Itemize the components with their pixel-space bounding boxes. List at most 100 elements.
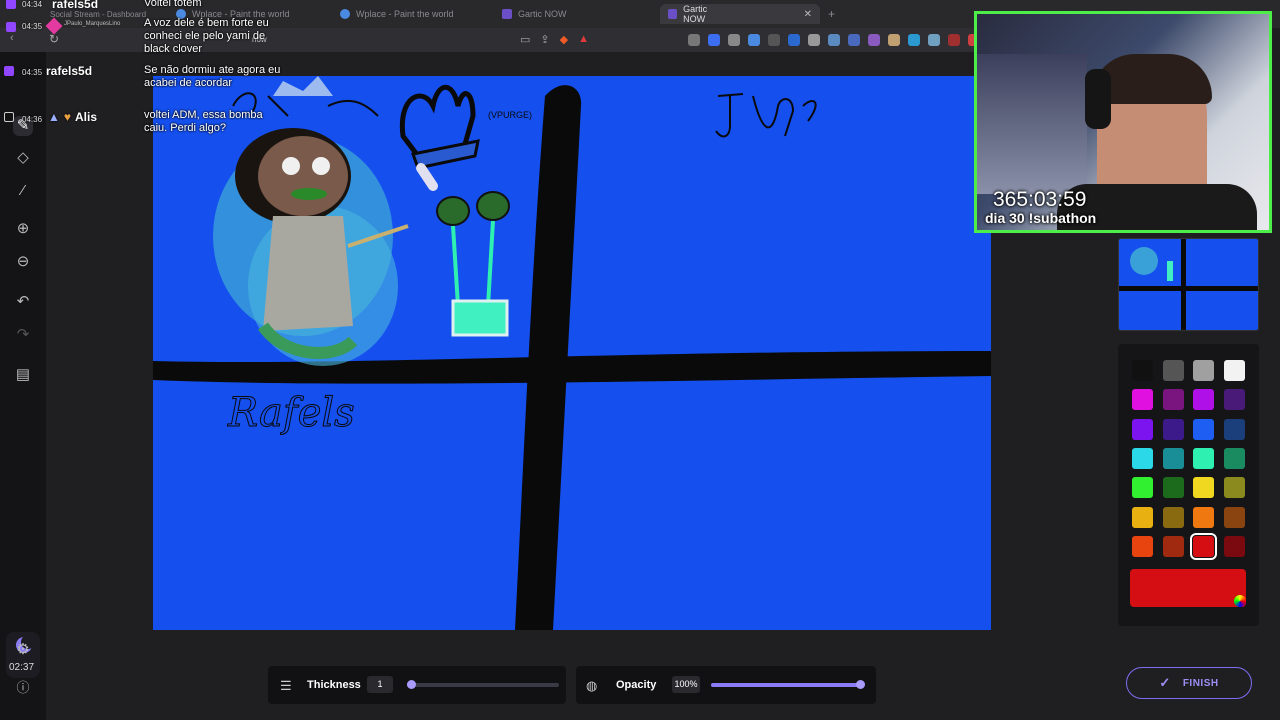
chat-message: voltei ADM, essa bomba caiu. Perdi algo? (144, 109, 263, 134)
twitch-icon (4, 66, 14, 76)
extension-icon[interactable] (888, 34, 900, 46)
tab-gartic-1[interactable]: Wplace - Paint the world (340, 4, 454, 24)
finish-button[interactable]: ✓ FINISH (1126, 667, 1252, 699)
color-swatch[interactable] (1223, 477, 1245, 499)
color-swatch[interactable] (1162, 477, 1184, 499)
figure-dress (263, 216, 353, 331)
figure-eye (282, 157, 300, 175)
brave-shield-icon[interactable]: ◆ (560, 33, 568, 46)
mushroom-cap (436, 196, 470, 226)
tab-label: Gartic NOW (683, 4, 708, 24)
color-swatch[interactable] (1193, 360, 1214, 381)
color-swatch[interactable] (1162, 360, 1184, 381)
opacity-slider[interactable] (711, 680, 865, 689)
scribble-stroke (715, 93, 817, 138)
close-icon[interactable]: ✕ (804, 9, 812, 20)
eyedropper-tool-icon[interactable]: ⁄ (13, 181, 33, 201)
color-wheel-icon[interactable] (1234, 595, 1246, 607)
color-swatch[interactable] (1162, 447, 1184, 469)
zoom-in-icon[interactable]: ⊕ (13, 219, 33, 239)
glowing-cup (451, 299, 509, 337)
new-tab-button[interactable]: + (828, 4, 835, 24)
canvas-thumbnail[interactable] (1118, 238, 1259, 331)
tool-sidebar: ✎ ◇ ⁄ ⊕ ⊖ ↶ ↷ ▤ 02:37 ⚙ ⓘ (0, 52, 46, 720)
settings-gear-icon[interactable]: ⚙ (13, 640, 33, 660)
handwritten-signature: Rafels (227, 390, 355, 436)
color-swatch[interactable] (1162, 506, 1184, 528)
color-swatch[interactable] (1132, 418, 1153, 440)
subathon-timer: 365:03:59 (993, 188, 1087, 211)
timer-value: 02:37 (9, 662, 35, 673)
heart-icon: ♥ (63, 110, 72, 124)
color-swatch[interactable] (1223, 535, 1245, 557)
extensions-bar (688, 34, 1000, 46)
undo-icon[interactable]: ↶ (13, 292, 33, 312)
subathon-label: dia 30 !subathon (985, 210, 1097, 226)
color-swatch[interactable] (1162, 389, 1184, 411)
finish-label: FINISH (1182, 677, 1219, 689)
tab-gartic-now[interactable]: Gartic NOW (502, 4, 567, 24)
color-swatch[interactable] (1193, 477, 1214, 499)
extension-icon[interactable] (768, 34, 780, 46)
info-icon[interactable]: ⓘ (13, 678, 33, 698)
extension-icon[interactable] (928, 34, 940, 46)
opacity-value-input[interactable]: 100% (672, 676, 700, 693)
figure-mouth (291, 188, 327, 200)
extension-icon[interactable] (788, 34, 800, 46)
color-swatch[interactable] (1193, 506, 1214, 528)
webcam-background (977, 54, 1087, 194)
extension-icon[interactable] (848, 34, 860, 46)
back-icon[interactable]: ‹ (10, 32, 14, 44)
zoom-out-icon[interactable]: ⊖ (13, 252, 33, 272)
color-swatch[interactable] (1132, 535, 1153, 557)
bookmark-user[interactable]: JPaulo_MarquesLino (64, 21, 120, 27)
chat-message: Se não dormiu ate agora eu acabei de aco… (144, 64, 281, 89)
share-icon[interactable]: ⇪ (540, 33, 549, 46)
color-swatch[interactable] (1132, 477, 1153, 499)
opacity-icon: ◍ (586, 678, 598, 693)
color-swatch[interactable] (1193, 447, 1214, 469)
opacity-slider-knob[interactable] (856, 680, 865, 689)
extension-icon[interactable] (908, 34, 920, 46)
color-swatch[interactable] (1132, 447, 1153, 469)
tab-gartic-now-active[interactable]: Gartic NOW ✕ (660, 4, 820, 24)
rewards-icon[interactable]: ▲ (578, 33, 589, 46)
thickness-slider[interactable] (407, 680, 559, 689)
figure-face (258, 136, 348, 216)
redo-icon[interactable]: ↷ (13, 325, 33, 345)
canvas-drawing: (VPURGE) Rafels (153, 76, 991, 630)
color-swatch[interactable] (1132, 360, 1153, 381)
extension-icon[interactable] (728, 34, 740, 46)
extension-icon[interactable] (808, 34, 820, 46)
color-swatch[interactable] (1223, 506, 1245, 528)
color-swatch[interactable] (1223, 418, 1245, 440)
color-swatch[interactable] (1223, 389, 1245, 411)
color-swatch[interactable] (1132, 506, 1153, 528)
mushroom-stem (451, 225, 460, 307)
document-icon[interactable]: ▤ (13, 365, 33, 385)
opacity-slider-fill (711, 683, 860, 687)
mushroom-cap (476, 191, 510, 221)
drawing-canvas[interactable]: (VPURGE) Rafels (153, 76, 991, 630)
color-swatch[interactable] (1132, 389, 1153, 411)
extension-icon[interactable] (748, 34, 760, 46)
extension-icon[interactable] (948, 34, 960, 46)
thickness-value-input[interactable]: 1 (367, 676, 393, 693)
current-color-preview[interactable] (1130, 569, 1246, 607)
color-swatch[interactable] (1193, 389, 1214, 411)
cast-icon[interactable]: ▭ (520, 33, 530, 46)
extension-icon[interactable] (828, 34, 840, 46)
color-swatch[interactable] (1190, 532, 1217, 560)
twitch-icon (6, 0, 16, 9)
color-swatch[interactable] (1193, 418, 1214, 440)
color-swatch[interactable] (1162, 418, 1184, 440)
extension-icon[interactable] (688, 34, 700, 46)
color-swatch[interactable] (1223, 360, 1245, 381)
color-swatch[interactable] (1162, 535, 1184, 557)
eraser-tool-icon[interactable]: ◇ (13, 148, 33, 168)
extension-icon[interactable] (708, 34, 720, 46)
extension-icon[interactable] (868, 34, 880, 46)
thickness-slider-knob[interactable] (407, 680, 416, 689)
tab-label: Gartic NOW (518, 9, 567, 19)
color-swatch[interactable] (1223, 447, 1245, 469)
